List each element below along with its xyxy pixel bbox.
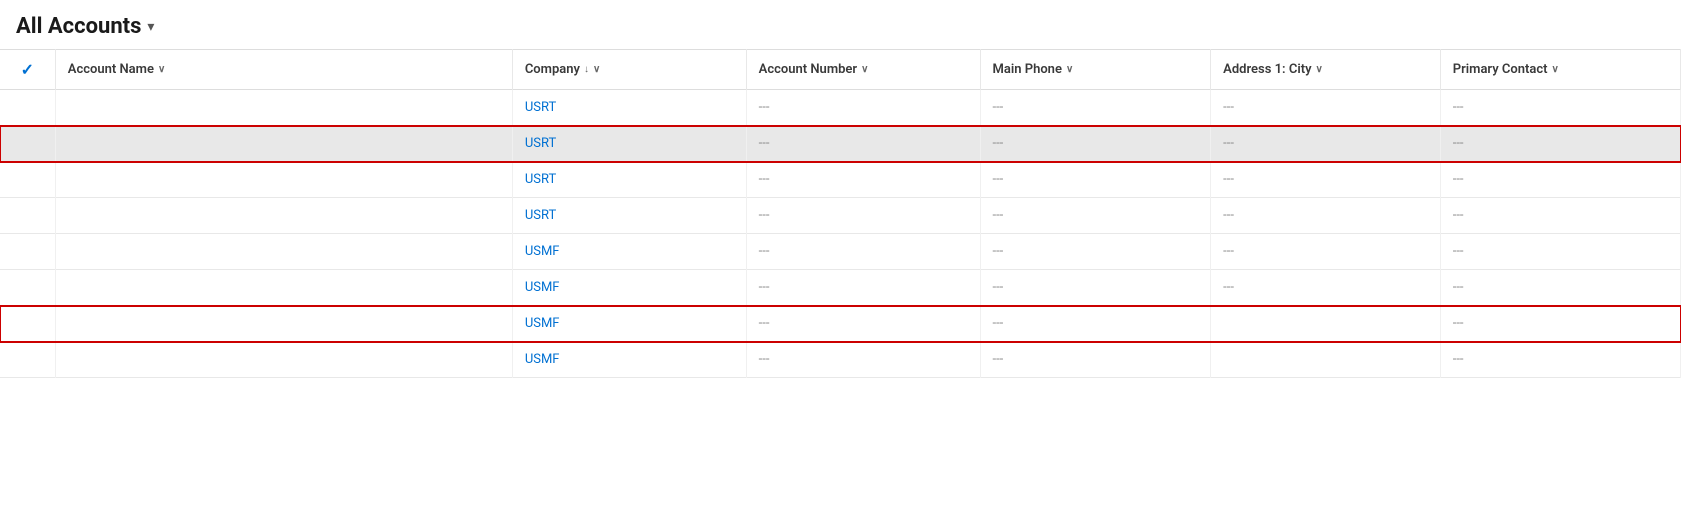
cell-primary-contact: --- <box>1440 126 1680 162</box>
cell-company[interactable]: USRT <box>512 90 746 126</box>
cell-account-name[interactable] <box>55 306 512 342</box>
col-account-name-header[interactable]: Account Name ∨ <box>55 50 512 90</box>
cell-account-name[interactable] <box>55 270 512 306</box>
cell-address-city: --- <box>1211 198 1441 234</box>
table-row[interactable]: USRT------------ <box>0 90 1681 126</box>
col-primary-contact-header[interactable]: Primary Contact ∨ <box>1440 50 1680 90</box>
cell-address-city: --- <box>1211 270 1441 306</box>
col-account-number-header[interactable]: Account Number ∨ <box>746 50 980 90</box>
cell-address-city: --- <box>1211 90 1441 126</box>
cell-check[interactable] <box>0 198 55 234</box>
cell-address-city <box>1211 306 1441 342</box>
table-row[interactable]: USRT------------ <box>0 198 1681 234</box>
page-header: All Accounts ▾ <box>0 0 1681 49</box>
col-check-header[interactable]: ✓ <box>0 50 55 90</box>
cell-account-number: --- <box>746 198 980 234</box>
cell-main-phone: --- <box>980 126 1211 162</box>
cell-primary-contact: --- <box>1440 342 1680 378</box>
cell-address-city: --- <box>1211 126 1441 162</box>
cell-main-phone: --- <box>980 306 1211 342</box>
table-row[interactable]: USMF------------ <box>0 234 1681 270</box>
accounts-table-wrapper: ✓ Account Name ∨ Company ↓ ∨ <box>0 49 1681 378</box>
col-address-city-header[interactable]: Address 1: City ∨ <box>1211 50 1441 90</box>
cell-account-number: --- <box>746 342 980 378</box>
cell-company[interactable]: USRT <box>512 126 746 162</box>
table-row[interactable]: USRT------------ <box>0 126 1681 162</box>
cell-check[interactable] <box>0 270 55 306</box>
cell-company[interactable]: USRT <box>512 162 746 198</box>
col-account-number-sort-icon: ∨ <box>861 64 868 75</box>
cell-main-phone: --- <box>980 270 1211 306</box>
col-company-label: Company <box>525 62 580 77</box>
cell-main-phone: --- <box>980 198 1211 234</box>
cell-account-number: --- <box>746 162 980 198</box>
cell-account-name[interactable] <box>55 90 512 126</box>
cell-company[interactable]: USMF <box>512 270 746 306</box>
cell-account-name[interactable] <box>55 198 512 234</box>
cell-account-number: --- <box>746 234 980 270</box>
cell-check[interactable] <box>0 126 55 162</box>
cell-primary-contact: --- <box>1440 90 1680 126</box>
col-account-number-label: Account Number <box>759 62 857 77</box>
cell-company[interactable]: USMF <box>512 234 746 270</box>
col-address-city-sort-icon: ∨ <box>1316 64 1323 75</box>
cell-address-city: --- <box>1211 162 1441 198</box>
col-main-phone-sort-icon: ∨ <box>1066 64 1073 75</box>
table-row[interactable]: USMF------------ <box>0 270 1681 306</box>
col-primary-contact-label: Primary Contact <box>1453 62 1548 77</box>
cell-check[interactable] <box>0 162 55 198</box>
page-title: All Accounts <box>16 14 141 39</box>
table-row[interactable]: USRT------------ <box>0 162 1681 198</box>
cell-account-name[interactable] <box>55 162 512 198</box>
cell-account-number: --- <box>746 90 980 126</box>
col-account-name-label: Account Name <box>68 62 154 77</box>
cell-check[interactable] <box>0 342 55 378</box>
table-body: USRT------------USRT------------USRT----… <box>0 90 1681 378</box>
col-account-name-sort-icon: ∨ <box>158 64 165 75</box>
cell-primary-contact: --- <box>1440 162 1680 198</box>
cell-account-name[interactable] <box>55 342 512 378</box>
cell-primary-contact: --- <box>1440 234 1680 270</box>
table-row[interactable]: USMF--------- <box>0 306 1681 342</box>
cell-account-number: --- <box>746 126 980 162</box>
chevron-down-icon[interactable]: ▾ <box>147 19 154 35</box>
cell-account-number: --- <box>746 306 980 342</box>
col-primary-contact-sort-icon: ∨ <box>1552 64 1559 75</box>
cell-main-phone: --- <box>980 342 1211 378</box>
cell-check[interactable] <box>0 90 55 126</box>
col-company-sort-icon: ∨ <box>593 64 600 75</box>
cell-account-name[interactable] <box>55 234 512 270</box>
cell-main-phone: --- <box>980 162 1211 198</box>
cell-company[interactable]: USRT <box>512 198 746 234</box>
cell-account-number: --- <box>746 270 980 306</box>
cell-main-phone: --- <box>980 234 1211 270</box>
check-all-icon: ✓ <box>21 60 34 79</box>
cell-primary-contact: --- <box>1440 270 1680 306</box>
table-row[interactable]: USMF--------- <box>0 342 1681 378</box>
col-address-city-label: Address 1: City <box>1223 62 1311 77</box>
cell-check[interactable] <box>0 306 55 342</box>
cell-company[interactable]: USMF <box>512 306 746 342</box>
accounts-table: ✓ Account Name ∨ Company ↓ ∨ <box>0 49 1681 378</box>
col-main-phone-label: Main Phone <box>993 62 1062 77</box>
cell-primary-contact: --- <box>1440 198 1680 234</box>
cell-primary-contact: --- <box>1440 306 1680 342</box>
cell-account-name[interactable] <box>55 126 512 162</box>
col-company-sort-down-icon: ↓ <box>584 64 589 75</box>
cell-company[interactable]: USMF <box>512 342 746 378</box>
cell-check[interactable] <box>0 234 55 270</box>
cell-address-city: --- <box>1211 234 1441 270</box>
cell-address-city <box>1211 342 1441 378</box>
col-company-header[interactable]: Company ↓ ∨ <box>512 50 746 90</box>
table-header: ✓ Account Name ∨ Company ↓ ∨ <box>0 50 1681 90</box>
col-main-phone-header[interactable]: Main Phone ∨ <box>980 50 1211 90</box>
cell-main-phone: --- <box>980 90 1211 126</box>
